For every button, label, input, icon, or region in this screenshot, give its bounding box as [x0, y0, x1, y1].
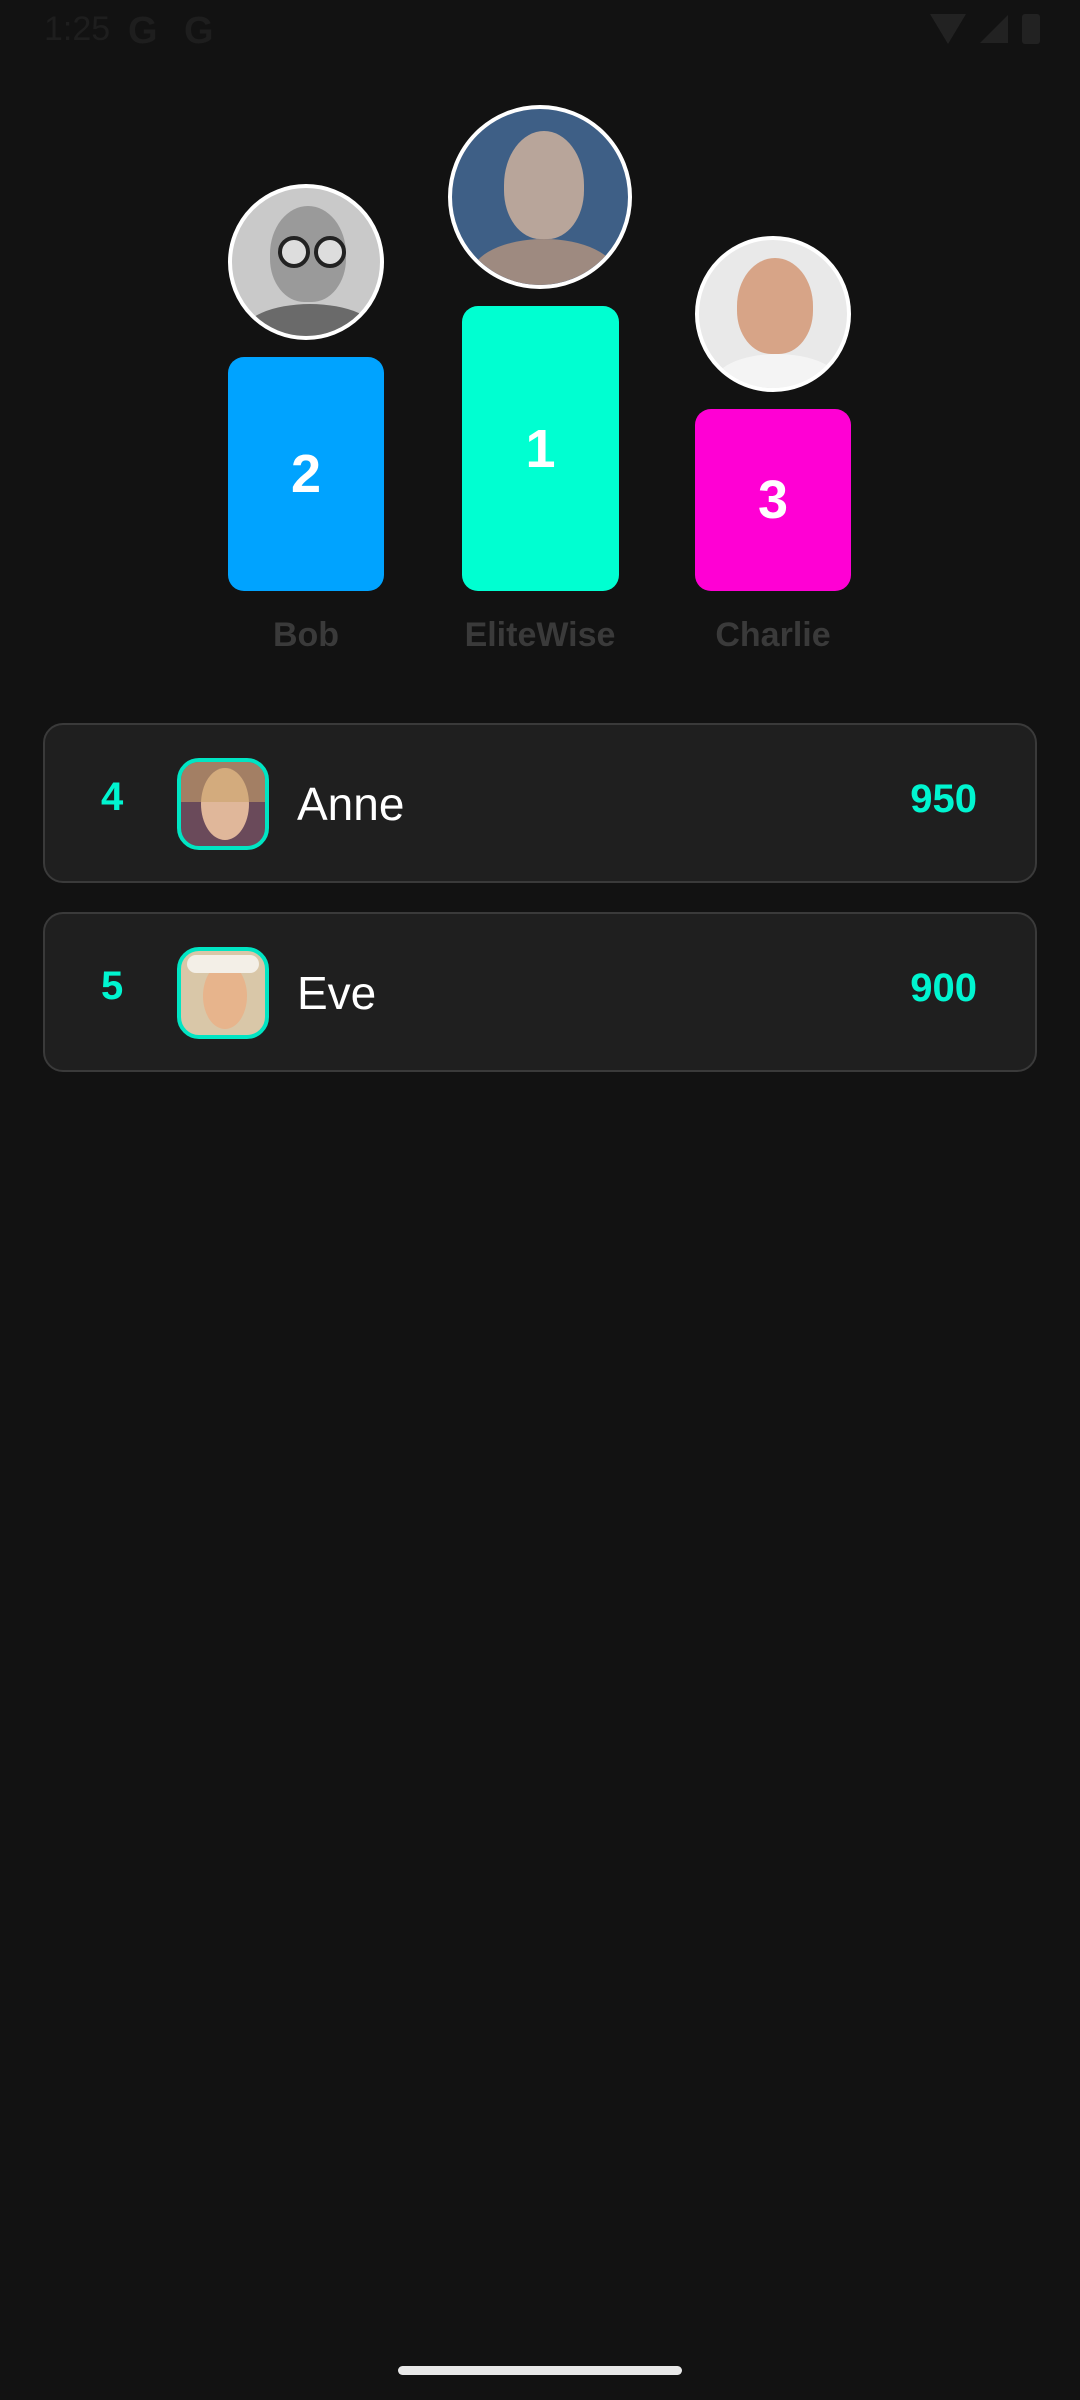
- podium-name: EliteWise: [464, 616, 616, 654]
- podium-bar-2: 2: [228, 357, 384, 591]
- status-bar: 1:25 G G: [0, 0, 1080, 64]
- status-time: 1:25: [44, 10, 111, 48]
- avatar-charlie[interactable]: [695, 236, 851, 392]
- rank-number: 5: [101, 964, 124, 1008]
- wifi-icon: [930, 14, 966, 44]
- rank-number: 4: [101, 775, 124, 819]
- podium-name: Charlie: [715, 616, 831, 654]
- status-icons: [930, 14, 1040, 44]
- battery-icon: [1022, 14, 1040, 44]
- list-item[interactable]: 5 Eve 900: [43, 912, 1037, 1072]
- signal-icon: [980, 15, 1008, 43]
- player-score: 950: [910, 777, 977, 821]
- google-icon: G: [184, 10, 214, 52]
- podium-bar-1: 1: [462, 306, 619, 591]
- avatar-bob[interactable]: [228, 184, 384, 340]
- podium-bar-3: 3: [695, 409, 851, 591]
- google-icon: G: [128, 10, 158, 52]
- list-item[interactable]: 4 Anne 950: [43, 723, 1037, 883]
- avatar-eve: [177, 947, 269, 1039]
- player-score: 900: [910, 966, 977, 1010]
- player-name: Anne: [297, 778, 405, 830]
- avatar-elitewise[interactable]: [448, 105, 632, 289]
- player-name: Eve: [297, 967, 377, 1019]
- home-indicator[interactable]: [398, 2366, 682, 2375]
- podium-name: Bob: [272, 616, 340, 654]
- avatar-anne: [177, 758, 269, 850]
